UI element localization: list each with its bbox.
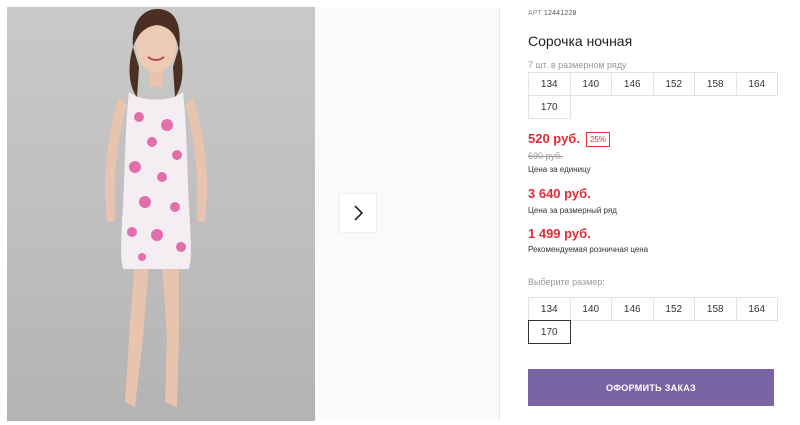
- size-option-selected[interactable]: 170: [528, 320, 571, 344]
- product-gallery: [0, 0, 500, 425]
- chevron-right-icon: [354, 205, 364, 221]
- unit-price-label: Цена за единицу: [528, 165, 591, 174]
- choose-size-label: Выберите размер:: [528, 277, 605, 287]
- size-row-cell: 158: [694, 72, 737, 96]
- size-selector: 134 140 146 152 158 164 170: [528, 297, 778, 344]
- row-price: 3 640 руб.: [528, 186, 591, 201]
- product-title: Сорочка ночная: [528, 33, 633, 49]
- size-row-cell: 140: [569, 72, 612, 96]
- size-option[interactable]: 140: [569, 297, 612, 321]
- old-price: 690 руб.: [528, 151, 563, 161]
- size-row-note: 7 шт. в размерном ряду: [528, 60, 627, 70]
- size-row-cell: 152: [652, 72, 695, 96]
- retail-price-label: Рекомендуемая розничная цена: [528, 245, 649, 254]
- product-photo[interactable]: [7, 7, 315, 421]
- size-option[interactable]: 152: [652, 297, 695, 321]
- girl-nightgown-image: [105, 9, 207, 407]
- article-value: 12441228: [543, 10, 577, 17]
- row-price-label: Цена за размерный ряд: [528, 206, 617, 215]
- size-option[interactable]: 158: [694, 297, 737, 321]
- size-row-grid: 134 140 146 152 158 164 170: [528, 72, 778, 119]
- size-option[interactable]: 146: [611, 297, 654, 321]
- place-order-button[interactable]: ОФОРМИТЬ ЗАКАЗ: [528, 369, 774, 406]
- size-row-cell: 134: [528, 72, 571, 96]
- article-label: АРТ: [528, 10, 542, 17]
- size-row-cell: 146: [611, 72, 654, 96]
- size-option[interactable]: 134: [528, 297, 571, 321]
- article-number: АРТ 12441228: [528, 10, 577, 17]
- size-row-cell: 164: [735, 72, 778, 96]
- next-image-button[interactable]: [339, 193, 377, 233]
- retail-price: 1 499 руб.: [528, 226, 591, 241]
- size-row-cell: 170: [528, 95, 571, 119]
- unit-price: 520 руб.: [528, 131, 580, 146]
- size-option[interactable]: 164: [735, 297, 778, 321]
- discount-badge: 25%: [586, 132, 610, 147]
